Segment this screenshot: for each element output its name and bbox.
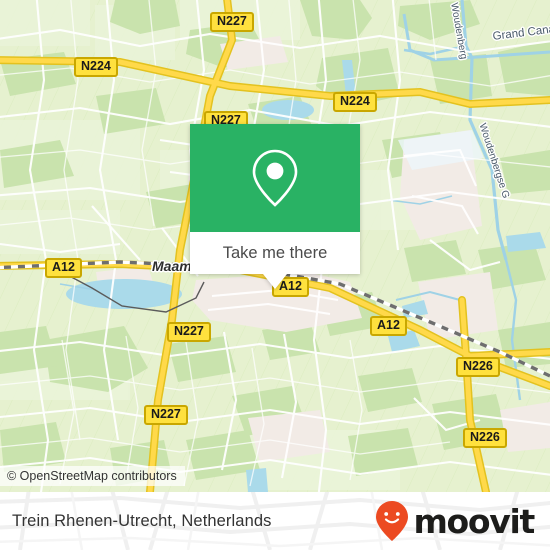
map-canvas[interactable]: Maam Grand Canal Woudenberg Woudenbergse… — [0, 0, 550, 492]
popup-tail — [263, 274, 287, 289]
map-popup-card[interactable]: Take me there — [190, 124, 360, 289]
road-shield-n224-right[interactable]: N224 — [333, 92, 377, 112]
road-shield-n226-lower[interactable]: N226 — [463, 428, 507, 448]
road-shield-a12-right[interactable]: A12 — [370, 316, 407, 336]
moovit-logo[interactable]: moovit — [375, 492, 535, 550]
take-me-there-label: Take me there — [222, 243, 328, 262]
osm-attribution[interactable]: © OpenStreetMap contributors — [0, 466, 185, 486]
map-label-maam: Maam — [152, 258, 192, 274]
road-shield-a12-left[interactable]: A12 — [45, 258, 82, 278]
footer-bar: Trein Rhenen-Utrecht, Netherlands moovit — [0, 492, 550, 550]
popup-icon-area — [190, 124, 360, 232]
road-shield-n226-upper[interactable]: N226 — [456, 357, 500, 377]
map-pin-icon — [252, 149, 298, 207]
moovit-wordmark: moovit — [413, 501, 535, 541]
moovit-pin-icon — [376, 501, 409, 541]
road-shield-n224-left[interactable]: N224 — [74, 57, 118, 77]
location-title: Trein Rhenen-Utrecht, Netherlands — [12, 511, 272, 530]
take-me-there-button[interactable]: Take me there — [190, 232, 360, 274]
road-shield-n227-bottom[interactable]: N227 — [144, 405, 188, 425]
road-shield-n227-mid[interactable]: N227 — [167, 322, 211, 342]
screenshot-root: Maam Grand Canal Woudenberg Woudenbergse… — [0, 0, 550, 550]
road-shield-n227-top[interactable]: N227 — [210, 12, 254, 32]
